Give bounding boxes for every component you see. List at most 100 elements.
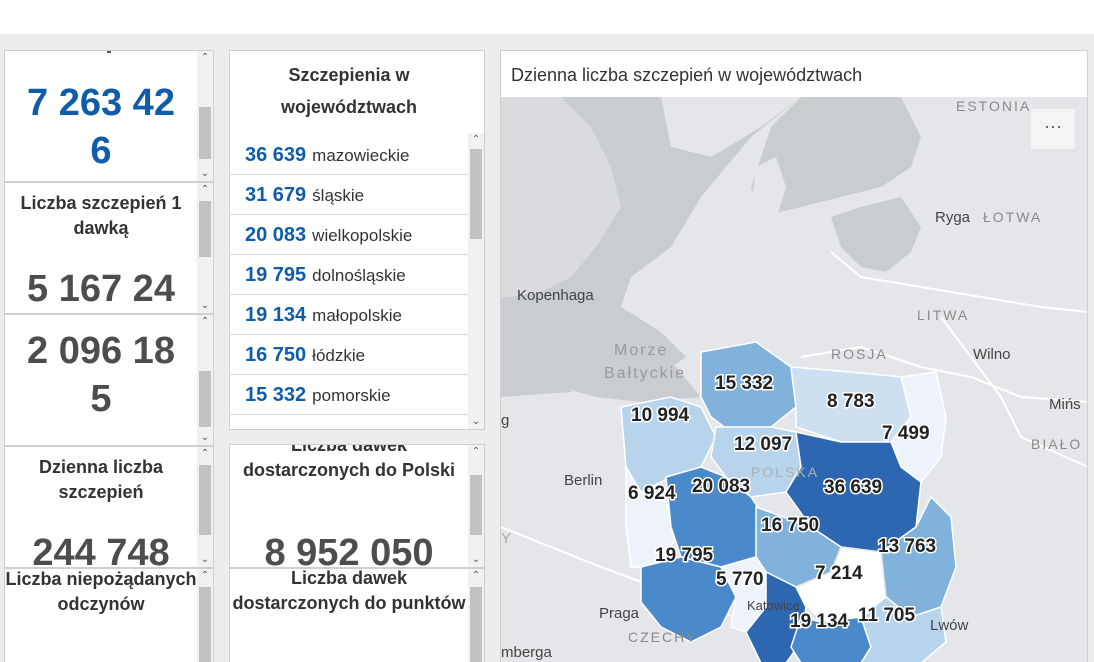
scrollbar[interactable]: ⌃ ⌄ xyxy=(468,133,484,429)
map-label-bialorus: BIAŁO xyxy=(1031,436,1082,452)
list-item[interactable]: 16 750 łódzkie xyxy=(230,335,468,375)
map-label-morze: Morze xyxy=(614,342,668,359)
map-label-bamberg: mberga xyxy=(501,644,553,661)
list-item-name: mazowieckie xyxy=(312,146,410,165)
list-item-name: śląskie xyxy=(312,186,365,205)
list-item-value: 31 679 xyxy=(245,184,307,206)
scrollbar-thumb[interactable] xyxy=(199,465,211,535)
scroll-down-arrow-icon[interactable]: ⌄ xyxy=(197,431,213,445)
list-item-value: 19 134 xyxy=(245,304,307,326)
map-view[interactable]: ESTONIA ŁOTWA LITWA ROSJA BIAŁO CZECHY P… xyxy=(501,97,1088,662)
map-label-minsk: Mińs xyxy=(1049,396,1081,413)
scroll-down-arrow-icon[interactable]: ⌄ xyxy=(197,299,213,313)
scrollbar-thumb[interactable] xyxy=(199,107,211,159)
map-label-baltyckie: Bałtyckie xyxy=(604,365,686,382)
voivodeship-list-panel: Szczepienia w województwach 36 639 mazowi… xyxy=(229,50,485,430)
scroll-up-arrow-icon[interactable]: ⌃ xyxy=(197,183,213,197)
region-value-lubuskie: 6 924 xyxy=(628,483,676,504)
map-label-fragment-y: Y xyxy=(501,530,511,547)
region-value-dolnoslaskie: 19 795 xyxy=(655,545,714,566)
list-item[interactable]: 31 679 śląskie xyxy=(230,175,468,215)
map-label-lwow: Lwów xyxy=(930,617,969,634)
kpi-second-dose: 2 096 18 5 ⌃ ⌄ xyxy=(4,314,214,446)
kpi-first-dose-value: 5 167 24 xyxy=(27,268,175,310)
kpi-total-vaccinations: 7 263 42 6 ⌃ ⌄ xyxy=(4,50,214,182)
list-item-name: małopolskie xyxy=(312,306,402,325)
scroll-up-arrow-icon[interactable]: ⌃ xyxy=(468,445,484,459)
scroll-up-arrow-icon[interactable]: ⌃ xyxy=(197,447,213,461)
scroll-down-arrow-icon[interactable]: ⌄ xyxy=(468,415,484,429)
scrollbar[interactable]: ⌃ xyxy=(197,569,213,662)
region-value-mazowieckie: 36 639 xyxy=(824,477,882,498)
list-item-name: łódzkie xyxy=(312,346,366,365)
map-label-rosja: ROSJA xyxy=(831,346,888,362)
kpi-total-value: 7 263 42 6 xyxy=(27,82,175,172)
list-item-value: 20 083 xyxy=(245,224,307,246)
kpi-daily-label: Dzienna liczba szczepień xyxy=(38,457,164,502)
map-label-kopenhaga: Kopenhaga xyxy=(517,287,594,304)
voivodeship-list-title: Szczepienia w województwach xyxy=(280,65,417,117)
list-item[interactable]: 20 083 wielkopolskie xyxy=(230,215,468,255)
list-item-value: 36 639 xyxy=(245,144,307,166)
region-value-malopolskie: 19 134 xyxy=(790,611,849,632)
kpi-first-dose-label: Liczba szczepień 1 dawką xyxy=(20,193,182,238)
scroll-down-arrow-icon[interactable]: ⌄ xyxy=(197,167,213,181)
list-item[interactable]: 36 639 mazowieckie xyxy=(230,135,468,175)
voivodeship-list: 36 639 mazowieckie 31 679 śląskie 20 083 wi… xyxy=(230,135,468,415)
scrollbar-thumb[interactable] xyxy=(199,587,211,662)
map-label-lotwa: ŁOTWA xyxy=(983,209,1042,225)
list-item-value: 19 795 xyxy=(245,264,307,286)
kpi-daily-vaccinations: Dzienna liczba szczepień 244 748 ⌃ ⌄ xyxy=(4,446,214,568)
scroll-up-arrow-icon[interactable]: ⌃ xyxy=(197,569,213,583)
map-label-wilno: Wilno xyxy=(973,346,1011,363)
kpi-adverse-label: Liczba niepożądanych odczynów xyxy=(5,569,197,614)
scroll-down-arrow-icon[interactable]: ⌄ xyxy=(197,553,213,567)
region-value-swietokrzyskie: 7 214 xyxy=(815,563,863,584)
scroll-up-arrow-icon[interactable]: ⌃ xyxy=(197,315,213,329)
scroll-up-arrow-icon[interactable]: ⌃ xyxy=(197,51,213,65)
scrollbar-thumb[interactable] xyxy=(470,475,482,535)
scrollbar-thumb[interactable] xyxy=(199,371,211,427)
map-svg[interactable]: ESTONIA ŁOTWA LITWA ROSJA BIAŁO CZECHY P… xyxy=(501,97,1088,662)
region-value-opolskie: 5 770 xyxy=(716,569,764,590)
scrollbar[interactable]: ⌃ ⌄ xyxy=(197,315,213,445)
kpi-adverse-reactions: Liczba niepożądanych odczynów ⌃ xyxy=(4,568,214,662)
list-item[interactable]: 19 795 dolnośląskie xyxy=(230,255,468,295)
region-value-pomorskie: 15 332 xyxy=(715,373,773,394)
scroll-up-arrow-icon[interactable]: ⌃ xyxy=(468,569,484,583)
list-item-name: wielkopolskie xyxy=(312,226,413,245)
kpi-delivered-points: Liczba dawek dostarczonych do punktów ⌃ xyxy=(229,568,485,662)
more-options-button[interactable]: ··· xyxy=(1031,109,1075,149)
list-item[interactable]: 19 134 małopolskie xyxy=(230,295,468,335)
scrollbar-thumb[interactable] xyxy=(199,201,211,257)
scrollbar-thumb[interactable] xyxy=(470,149,482,239)
list-item[interactable]: 15 332 pomorskie xyxy=(230,375,468,415)
region-value-podkarpackie: 11 705 xyxy=(858,605,915,626)
cropped-label-fragment xyxy=(107,51,111,53)
scrollbar-thumb[interactable] xyxy=(470,587,482,662)
scrollbar[interactable]: ⌃ ⌄ xyxy=(197,183,213,313)
kpi-delivered-poland: Liczba dawek dostarczonych do Polski 8 9… xyxy=(229,444,485,568)
region-value-zachodniopomorskie: 10 994 xyxy=(631,405,690,426)
map-label-berlin: Berlin xyxy=(564,472,602,489)
map-label-czechy: CZECHY xyxy=(628,629,698,645)
scroll-down-arrow-icon[interactable]: ⌄ xyxy=(468,553,484,567)
kpi-delivered-poland-value: 8 952 050 xyxy=(264,532,434,568)
kpi-delivered-points-label: Liczba dawek dostarczonych do punktów xyxy=(232,568,466,613)
list-item-value: 15 332 xyxy=(245,384,307,406)
region-value-warminsko-mazurskie: 8 783 xyxy=(827,391,875,412)
map-label-praga: Praga xyxy=(599,605,640,622)
region-value-lodzkie: 16 750 xyxy=(761,515,819,536)
kpi-first-dose: Liczba szczepień 1 dawką 5 167 24 ⌃ ⌄ xyxy=(4,182,214,314)
region-value-kujawsko-pomorskie: 12 097 xyxy=(734,434,792,455)
region-value-lubelskie: 13 763 xyxy=(878,536,936,557)
scrollbar[interactable]: ⌃ ⌄ xyxy=(468,445,484,567)
region-value-podlaskie: 7 499 xyxy=(882,423,930,444)
scroll-up-arrow-icon[interactable]: ⌃ xyxy=(468,133,484,147)
region-value-wielkopolskie: 20 083 xyxy=(692,476,750,497)
scrollbar[interactable]: ⌃ ⌄ xyxy=(197,51,213,181)
map-label-ryga: Ryga xyxy=(935,209,971,226)
scrollbar[interactable]: ⌃ xyxy=(468,569,484,662)
map-panel: Dzienna liczba szczepień w województwach xyxy=(500,50,1088,662)
scrollbar[interactable]: ⌃ ⌄ xyxy=(197,447,213,567)
